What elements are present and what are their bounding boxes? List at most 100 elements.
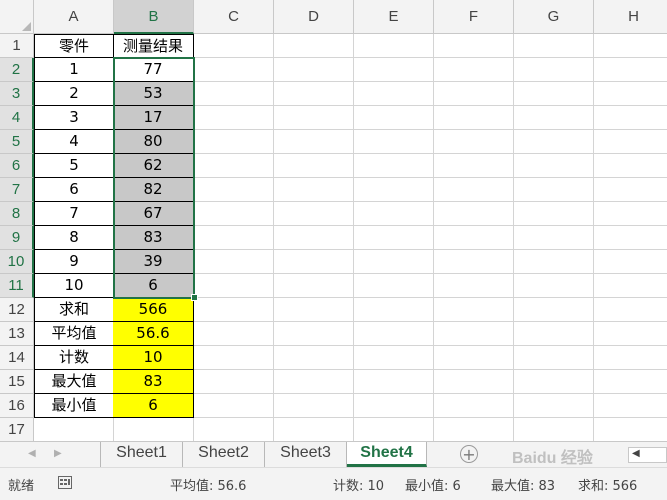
- grid-cell[interactable]: [274, 394, 354, 418]
- grid-cell[interactable]: [194, 130, 274, 154]
- grid-cell[interactable]: [194, 82, 274, 106]
- cell-summary-value[interactable]: 6: [113, 394, 194, 418]
- cell-result[interactable]: 80: [113, 130, 194, 154]
- cell-part[interactable]: 3: [34, 106, 114, 130]
- grid-cell[interactable]: [514, 106, 594, 130]
- grid-cell[interactable]: [514, 154, 594, 178]
- grid-cell[interactable]: [274, 106, 354, 130]
- tab-sheet2[interactable]: Sheet2: [183, 442, 265, 467]
- column-header-d[interactable]: D: [274, 0, 354, 34]
- grid-cell[interactable]: [354, 370, 434, 394]
- grid-cell[interactable]: [194, 106, 274, 130]
- select-all-corner[interactable]: [0, 0, 34, 34]
- column-header-f[interactable]: F: [434, 0, 514, 34]
- row-header-13[interactable]: 13: [0, 322, 34, 346]
- row-header-8[interactable]: 8: [0, 202, 34, 226]
- cell-result[interactable]: 17: [113, 106, 194, 130]
- grid-cell[interactable]: [594, 82, 667, 106]
- grid-cell[interactable]: [594, 370, 667, 394]
- grid-cell[interactable]: [354, 322, 434, 346]
- grid-cell[interactable]: [514, 34, 594, 58]
- cell-header-result[interactable]: 测量结果: [113, 34, 194, 58]
- grid-cell[interactable]: [514, 226, 594, 250]
- row-header-15[interactable]: 15: [0, 370, 34, 394]
- grid-cell[interactable]: [434, 346, 514, 370]
- grid-cell[interactable]: [114, 418, 194, 441]
- grid-cell[interactable]: [274, 370, 354, 394]
- grid-cell[interactable]: [434, 130, 514, 154]
- row-header-9[interactable]: 9: [0, 226, 34, 250]
- grid-cell[interactable]: [274, 274, 354, 298]
- grid-cell[interactable]: [194, 394, 274, 418]
- grid-cell[interactable]: [194, 298, 274, 322]
- grid-cell[interactable]: [594, 274, 667, 298]
- grid-cell[interactable]: [594, 226, 667, 250]
- grid-cell[interactable]: [594, 346, 667, 370]
- grid-cell[interactable]: [434, 106, 514, 130]
- horizontal-scrollbar[interactable]: ◀: [628, 447, 667, 463]
- tab-sheet4[interactable]: Sheet4: [347, 442, 427, 467]
- tab-sheet3[interactable]: Sheet3: [265, 442, 347, 467]
- cell-result[interactable]: 6: [113, 274, 194, 298]
- cell-part[interactable]: 1: [34, 58, 114, 82]
- cell-result[interactable]: 62: [113, 154, 194, 178]
- grid-cell[interactable]: [274, 82, 354, 106]
- grid-cell[interactable]: [594, 130, 667, 154]
- grid-cell[interactable]: [594, 58, 667, 82]
- scroll-tabs-left-icon[interactable]: ◀: [28, 448, 36, 459]
- grid-cell[interactable]: [434, 154, 514, 178]
- row-header-16[interactable]: 16: [0, 394, 34, 418]
- cell-part[interactable]: 7: [34, 202, 114, 226]
- grid-cell[interactable]: [434, 178, 514, 202]
- row-header-12[interactable]: 12: [0, 298, 34, 322]
- grid-cell[interactable]: [194, 346, 274, 370]
- tab-sheet1[interactable]: Sheet1: [101, 442, 183, 467]
- cell-result[interactable]: 83: [113, 226, 194, 250]
- cell-result[interactable]: 53: [113, 82, 194, 106]
- grid-cell[interactable]: [514, 202, 594, 226]
- grid-cell[interactable]: [274, 202, 354, 226]
- grid-cell[interactable]: [434, 34, 514, 58]
- column-header-b[interactable]: B: [114, 0, 194, 34]
- grid-cell[interactable]: [434, 202, 514, 226]
- grid-cell[interactable]: [594, 250, 667, 274]
- column-header-a[interactable]: A: [34, 0, 114, 34]
- macro-record-icon[interactable]: [58, 476, 72, 493]
- grid-cell[interactable]: [514, 346, 594, 370]
- cell-result[interactable]: 67: [113, 202, 194, 226]
- cell-summary-label[interactable]: 求和: [34, 298, 114, 322]
- grid-cell[interactable]: [434, 394, 514, 418]
- grid-cell[interactable]: [514, 178, 594, 202]
- cell-result[interactable]: 77: [113, 58, 194, 82]
- grid-cell[interactable]: [514, 394, 594, 418]
- grid-cell[interactable]: [514, 58, 594, 82]
- cell-result[interactable]: 39: [113, 250, 194, 274]
- grid-cell[interactable]: [594, 178, 667, 202]
- column-header-c[interactable]: C: [194, 0, 274, 34]
- cell-part[interactable]: 8: [34, 226, 114, 250]
- fill-handle[interactable]: [191, 294, 198, 301]
- grid-cell[interactable]: [594, 154, 667, 178]
- grid-cell[interactable]: [274, 154, 354, 178]
- grid-cell[interactable]: [274, 346, 354, 370]
- grid-cell[interactable]: [514, 82, 594, 106]
- grid-cell[interactable]: [194, 322, 274, 346]
- cell-summary-label[interactable]: 最大值: [34, 370, 114, 394]
- grid-cell[interactable]: [434, 322, 514, 346]
- row-header-4[interactable]: 4: [0, 106, 34, 130]
- grid-cell[interactable]: [594, 202, 667, 226]
- column-header-g[interactable]: G: [514, 0, 594, 34]
- scroll-tabs-right-icon[interactable]: ▶: [54, 448, 62, 459]
- row-header-14[interactable]: 14: [0, 346, 34, 370]
- cell-summary-value[interactable]: 83: [113, 370, 194, 394]
- grid-cell[interactable]: [434, 370, 514, 394]
- grid-cell[interactable]: [514, 274, 594, 298]
- grid-cell[interactable]: [594, 418, 667, 441]
- grid-cell[interactable]: [514, 322, 594, 346]
- grid-cell[interactable]: [354, 226, 434, 250]
- scroll-left-icon[interactable]: ◀: [632, 448, 640, 459]
- cell-summary-value[interactable]: 10: [113, 346, 194, 370]
- column-header-e[interactable]: E: [354, 0, 434, 34]
- grid-cell[interactable]: [274, 178, 354, 202]
- row-header-5[interactable]: 5: [0, 130, 34, 154]
